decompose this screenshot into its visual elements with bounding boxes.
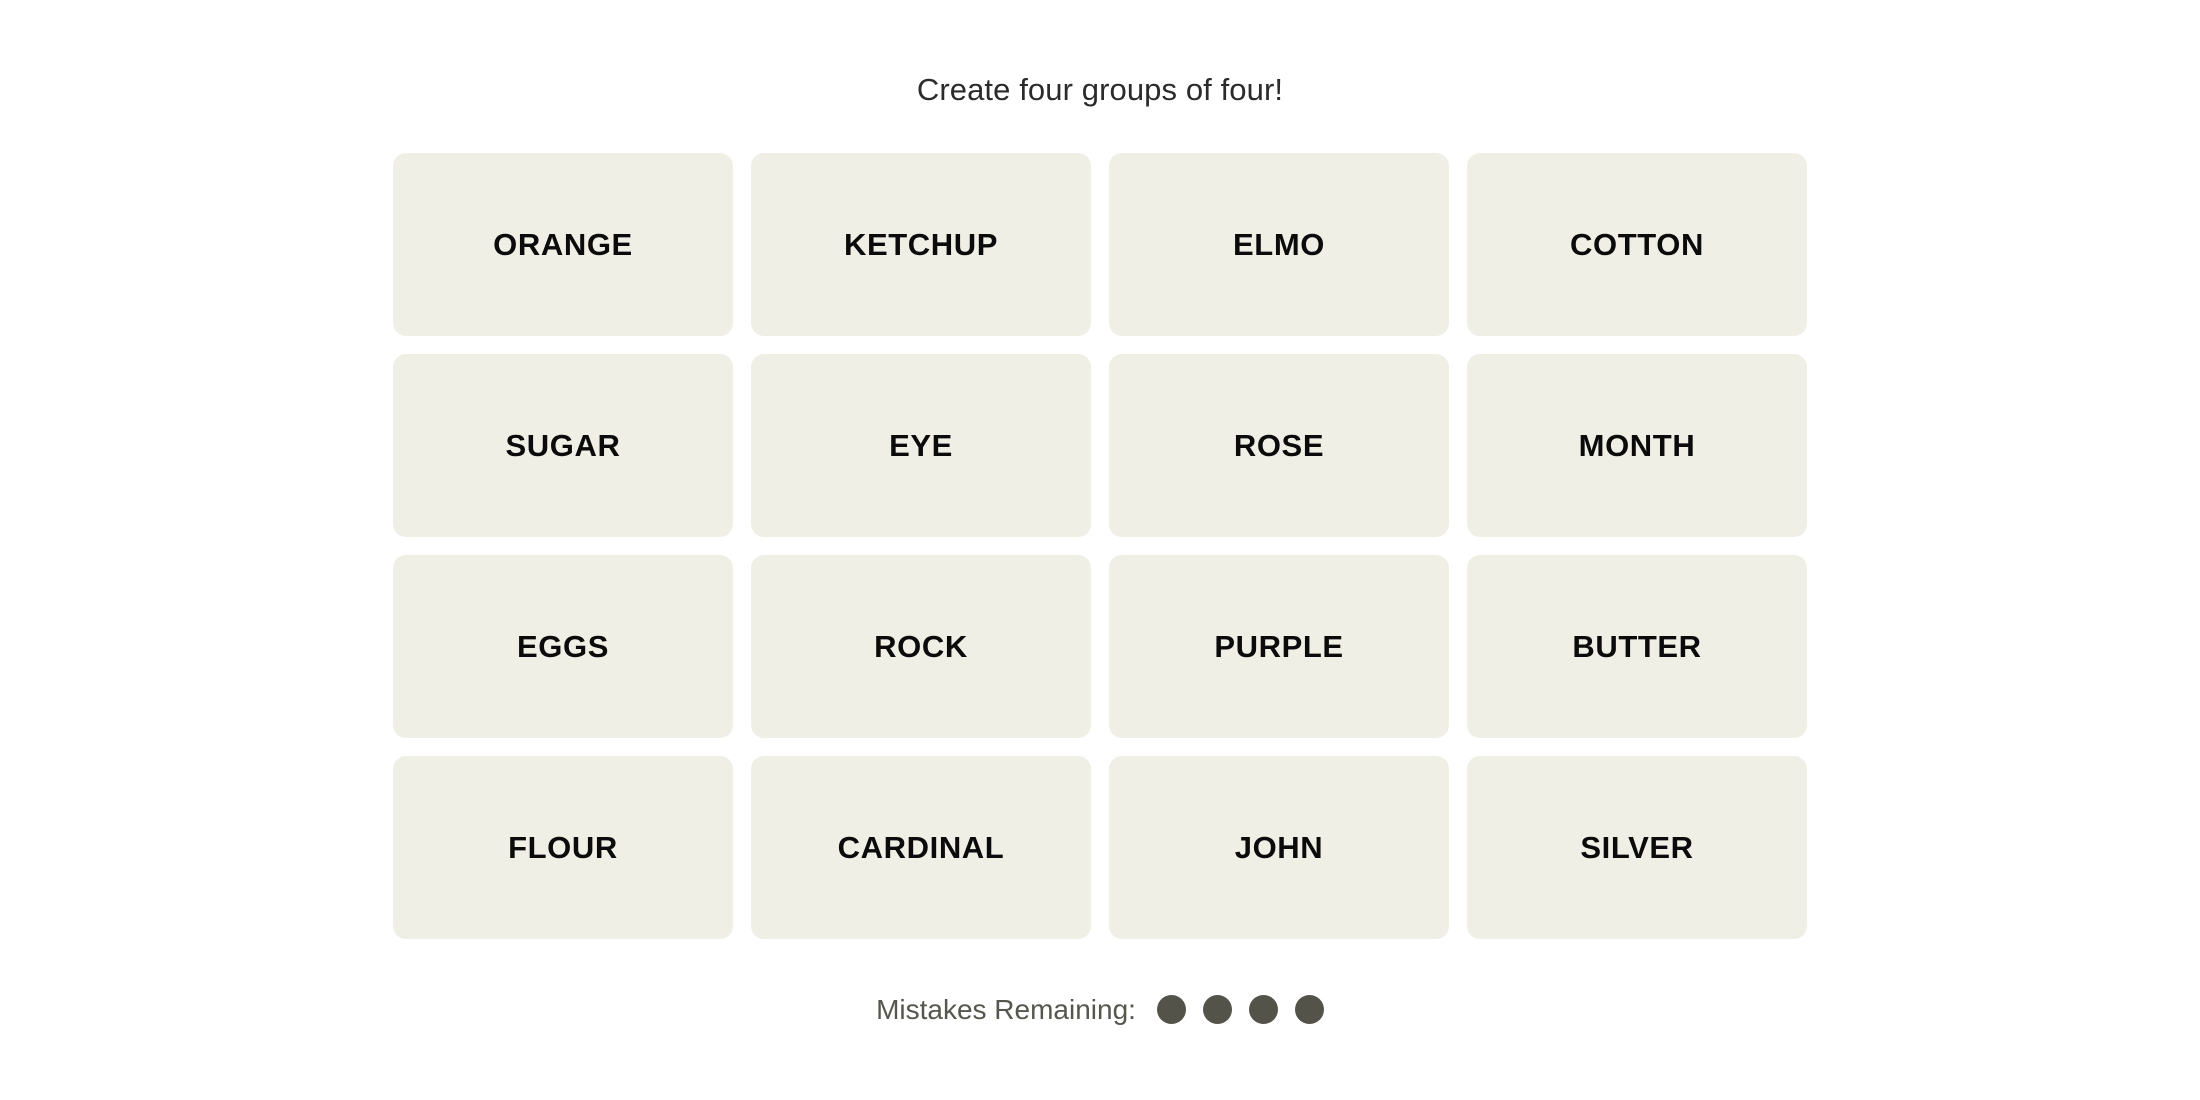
mistakes-remaining-label: Mistakes Remaining: — [876, 993, 1136, 1025]
word-tile-label: EYE — [889, 428, 953, 463]
word-tile[interactable]: EYE — [751, 354, 1091, 537]
word-tile[interactable]: ROSE — [1109, 354, 1449, 537]
word-tile[interactable]: ORANGE — [393, 153, 733, 336]
word-tile[interactable]: SUGAR — [393, 354, 733, 537]
word-tile-label: PURPLE — [1214, 629, 1344, 664]
mistake-dot — [1202, 995, 1232, 1024]
word-tile[interactable]: ROCK — [751, 555, 1091, 738]
word-tile[interactable]: KETCHUP — [751, 153, 1091, 336]
word-grid: ORANGE KETCHUP ELMO COTTON SUGAR EYE ROS… — [393, 153, 1807, 939]
word-tile-label: FLOUR — [508, 830, 618, 865]
word-tile[interactable]: MONTH — [1467, 354, 1807, 537]
word-tile-label: MONTH — [1578, 428, 1696, 463]
word-tile[interactable]: COTTON — [1467, 153, 1807, 336]
mistakes-dots — [1156, 995, 1324, 1024]
word-tile-label: CARDINAL — [837, 830, 1005, 865]
word-tile-label: ORANGE — [493, 227, 633, 262]
word-tile-label: COTTON — [1570, 227, 1704, 262]
word-tile-label: BUTTER — [1572, 629, 1702, 664]
connections-game: Create four groups of four! ORANGE KETCH… — [0, 0, 2200, 1100]
word-tile-label: ELMO — [1233, 227, 1325, 262]
word-tile[interactable]: FLOUR — [393, 756, 733, 939]
word-tile-label: ROCK — [874, 629, 968, 664]
word-tile[interactable]: BUTTER — [1467, 555, 1807, 738]
word-tile[interactable]: CARDINAL — [751, 756, 1091, 939]
word-tile[interactable]: SILVER — [1467, 756, 1807, 939]
word-tile-label: EGGS — [517, 629, 609, 664]
mistakes-remaining: Mistakes Remaining: — [876, 995, 1324, 1024]
word-tile[interactable]: JOHN — [1109, 756, 1449, 939]
mistake-dot — [1156, 995, 1186, 1024]
mistake-dot — [1294, 995, 1324, 1024]
word-tile-label: SUGAR — [505, 428, 621, 463]
word-tile-label: SILVER — [1580, 830, 1694, 865]
mistake-dot — [1248, 995, 1278, 1024]
word-tile-label: KETCHUP — [843, 227, 999, 262]
word-tile-label: JOHN — [1234, 830, 1324, 865]
word-tile-label: ROSE — [1233, 428, 1325, 463]
word-tile[interactable]: ELMO — [1109, 153, 1449, 336]
instructions-text: Create four groups of four! — [916, 72, 1284, 107]
word-tile[interactable]: PURPLE — [1109, 555, 1449, 738]
word-tile[interactable]: EGGS — [393, 555, 733, 738]
